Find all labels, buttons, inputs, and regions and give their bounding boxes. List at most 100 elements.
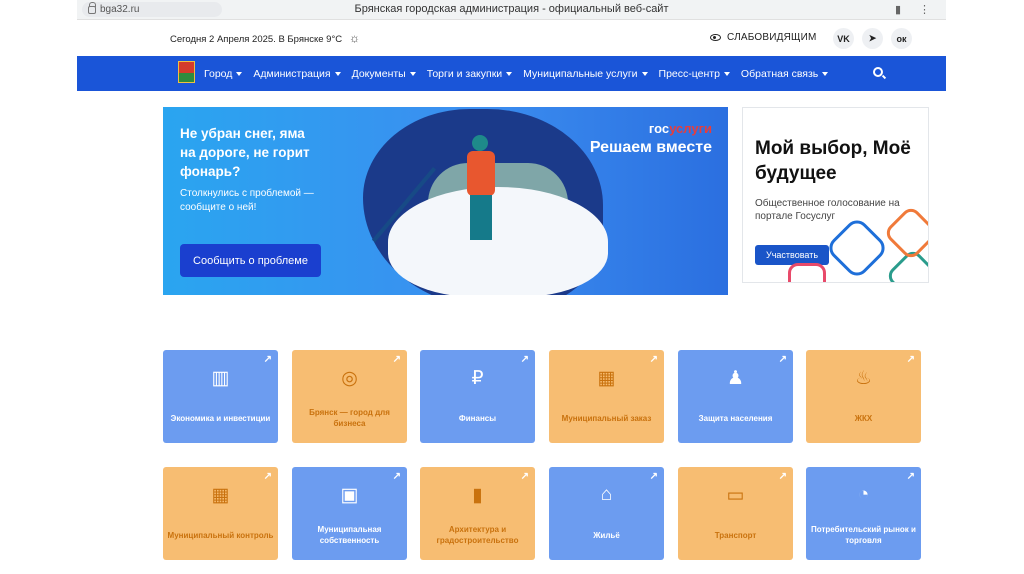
category-tile-label: Муниципальный контроль [167, 530, 274, 540]
page-tab-title: Брянская городская администрация - офици… [354, 3, 669, 15]
category-tile[interactable]: ↗ ◎ Брянск — город для бизнеса [292, 350, 407, 443]
vote-banner-title: Мой выбор, Моё будущее [755, 138, 911, 184]
category-tile-label: Жильё [593, 530, 620, 540]
bus-icon: ▭ [726, 485, 745, 506]
category-tile[interactable]: ↗ ▦ Муниципальный контроль [163, 467, 278, 560]
nav-menu: Город Администрация Документы Торги и за… [204, 56, 829, 91]
hero-text: Столкнулись с проблемой — сообщите о ней… [180, 188, 314, 213]
category-tile[interactable]: ↗ ♟ Защита населения [678, 350, 793, 443]
person-illustration [463, 135, 497, 245]
top-info-bar: Сегодня 2 Апреля 2025. В Брянске 9°C ☼ С… [77, 20, 946, 56]
nav-item-label: Торги и закупки [426, 67, 503, 80]
arrow-up-right-icon: ↗ [778, 471, 787, 482]
chevron-down-icon [409, 71, 416, 76]
category-tile-label: Финансы [458, 413, 497, 423]
car-hex-icon [824, 215, 890, 281]
menu-dots-icon[interactable]: ⋮ [919, 3, 930, 16]
browser-bar: bga32.ru Брянская городская администраци… [77, 0, 946, 20]
arrow-up-right-icon: ↗ [778, 354, 787, 365]
coins-icon: ◎ [341, 368, 358, 389]
category-tile[interactable]: ↗ ▭ Транспорт [678, 467, 793, 560]
category-tile-label: Брянск — город для бизнеса [309, 408, 390, 428]
category-tile-label: ЖКХ [854, 413, 873, 423]
chevron-down-icon [334, 71, 341, 76]
visually-impaired-label: СЛАБОВИДЯЩИМ [727, 32, 817, 43]
category-tile[interactable]: ↗ ▦ Муниципальный заказ [549, 350, 664, 443]
category-tile[interactable]: ↗ ♨ ЖКХ [806, 350, 921, 443]
chevron-down-icon [822, 71, 829, 76]
nav-item-press[interactable]: Пресс-центр [659, 68, 730, 80]
nav-item-label: Город [204, 67, 233, 80]
chevron-down-icon [723, 71, 730, 76]
arrow-up-right-icon: ↗ [520, 354, 529, 365]
bookmark-icon[interactable]: ▮ [895, 3, 901, 16]
ruble-icon: ₽ [471, 368, 484, 389]
category-tile-label: Транспорт [714, 530, 757, 540]
home-icon: ⌂ [600, 484, 613, 505]
decor-hex-icon [788, 263, 826, 282]
building-user-icon: ▣ [340, 485, 359, 506]
nav-item-tenders[interactable]: Торги и закупки [426, 67, 513, 80]
chevron-down-icon [236, 71, 243, 76]
vote-banner-text: Общественное голосование на портале Госу… [755, 198, 900, 222]
category-tile[interactable]: ↗ ▥ Экономика и инвестиции [163, 350, 278, 443]
nav-item-feedback[interactable]: Обратная связь [740, 67, 829, 80]
gosuslugi-logo: госуслуги [648, 121, 712, 136]
chevron-down-icon [506, 71, 513, 76]
main-navbar: Город Администрация Документы Торги и за… [77, 56, 946, 91]
category-tile-label: Потребительский рынок и торговля [811, 525, 916, 545]
arrow-up-right-icon: ↗ [649, 354, 658, 365]
arrow-up-right-icon: ↗ [906, 354, 915, 365]
vote-banner[interactable]: Мой выбор, Моё будущее Общественное голо… [742, 107, 929, 283]
hero-heading: Не убран снег, яма на дороге, не горит ф… [180, 126, 310, 179]
partly-cloudy-icon: ☼ [349, 31, 360, 45]
category-tile-label: Защита населения [698, 413, 773, 423]
bath-icon: ♨ [854, 368, 873, 389]
telegram-icon[interactable]: ➤ [862, 28, 883, 49]
nav-item-services[interactable]: Муниципальные услуги [523, 67, 648, 80]
date-weather-text: Сегодня 2 Апреля 2025. В Брянске 9°C [170, 34, 343, 45]
nav-item-documents[interactable]: Документы [352, 68, 416, 80]
arrow-up-right-icon: ↗ [392, 471, 401, 482]
nav-item-label: Муниципальные услуги [523, 67, 638, 80]
hero-slogan: Решаем вместе [589, 139, 712, 156]
nav-item-label: Пресс-центр [658, 67, 720, 80]
arrow-up-right-icon: ↗ [392, 354, 401, 365]
category-tile-label: Муниципальная собственность [317, 525, 382, 545]
category-tile[interactable]: ↗ ⌂ Жильё [549, 467, 664, 560]
eye-icon [710, 34, 721, 41]
snow-illustration [388, 187, 608, 295]
category-tile[interactable]: ↗ ▮ Архитектура и градостроительство [420, 467, 535, 560]
odnoklassniki-icon[interactable]: ок [891, 28, 912, 49]
arrow-up-right-icon: ↗ [649, 471, 658, 482]
pie-chart-icon: ◔ [857, 484, 870, 505]
user-shield-icon: ♟ [726, 368, 745, 389]
category-tile[interactable]: ↗ ▣ Муниципальная собственность [292, 467, 407, 560]
category-tile-label: Архитектура и градостроительство [436, 525, 519, 545]
arrow-up-right-icon: ↗ [520, 471, 529, 482]
arrow-up-right-icon: ↗ [263, 471, 272, 482]
visually-impaired-button[interactable]: СЛАБОВИДЯЩИМ [710, 32, 817, 43]
nav-item-label: Обратная связь [740, 67, 819, 80]
hero-banner[interactable]: Не убран снег, яма на дороге, не горит ф… [163, 107, 728, 295]
category-tile-label: Экономика и инвестиции [170, 413, 271, 423]
chart-icon: ▥ [211, 368, 230, 389]
nav-item-administration[interactable]: Администрация [253, 67, 341, 80]
participate-button[interactable]: Участвовать [755, 245, 829, 265]
arrow-up-right-icon: ↗ [906, 471, 915, 482]
industry-icon: ▦ [211, 485, 230, 506]
category-tile[interactable]: ↗ ₽ Финансы [420, 350, 535, 443]
nav-item-label: Администрация [253, 67, 331, 80]
building-icon: ▮ [472, 485, 483, 506]
buildings-icon: ▦ [597, 368, 616, 389]
report-problem-button[interactable]: Сообщить о проблеме [180, 244, 321, 277]
chevron-down-icon [641, 71, 648, 76]
search-icon[interactable] [873, 67, 883, 77]
category-tile-label: Муниципальный заказ [561, 413, 652, 423]
nav-item-label: Документы [351, 67, 406, 80]
nav-item-city[interactable]: Город [204, 67, 243, 80]
vk-icon[interactable]: VK [833, 28, 854, 49]
category-tile[interactable]: ↗ ◔ Потребительский рынок и торговля [806, 467, 921, 560]
arrow-up-right-icon: ↗ [263, 354, 272, 365]
city-logo[interactable] [178, 61, 195, 83]
